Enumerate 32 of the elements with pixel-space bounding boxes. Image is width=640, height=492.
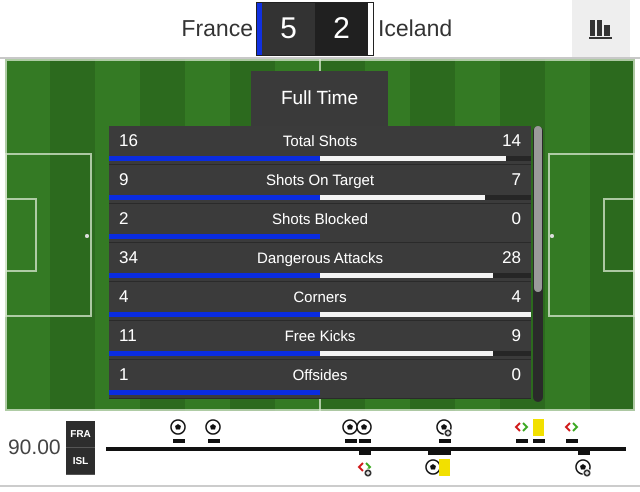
away-stat-value: 0 (510, 365, 521, 385)
home-score: 5 (262, 2, 315, 54)
stat-label: Free Kicks (284, 328, 356, 344)
stat-label: Corners (292, 288, 348, 306)
stat-label: Total Shots (282, 132, 358, 150)
match-status: Full Time (251, 71, 388, 126)
home-stat-value: 4 (119, 287, 130, 307)
home-team-name: France (180, 15, 253, 42)
stat-label: Shots Blocked (271, 210, 369, 228)
home-stat-value: 2 (119, 209, 130, 229)
away-team-code: ISL (66, 448, 95, 475)
bar-chart-icon (589, 18, 613, 40)
stat-label: Shots On Target (264, 172, 376, 188)
home-stat-value: 11 (119, 326, 138, 346)
home-stat-value: 9 (119, 170, 130, 190)
home-stat-value: 16 (119, 131, 139, 151)
home-team-code: FRA (66, 421, 95, 448)
away-stat-value: 28 (501, 248, 521, 268)
away-score: 2 (315, 2, 368, 54)
away-team-name: Iceland (377, 15, 452, 42)
away-stat-value: 14 (501, 131, 521, 151)
stats-button[interactable] (572, 0, 630, 57)
scrollbar[interactable] (533, 126, 543, 402)
away-stat-value: 0 (510, 209, 521, 229)
stat-label: Offsides (292, 366, 348, 384)
away-stat-value: 4 (510, 287, 521, 307)
away-stat-value: 7 (510, 170, 521, 190)
away-stat-value: 9 (510, 326, 521, 346)
match-time: 90.00 (7, 436, 62, 460)
stat-label: Dangerous Attacks (256, 250, 384, 266)
home-stat-value: 34 (119, 248, 139, 268)
home-stat-value: 1 (119, 365, 130, 385)
